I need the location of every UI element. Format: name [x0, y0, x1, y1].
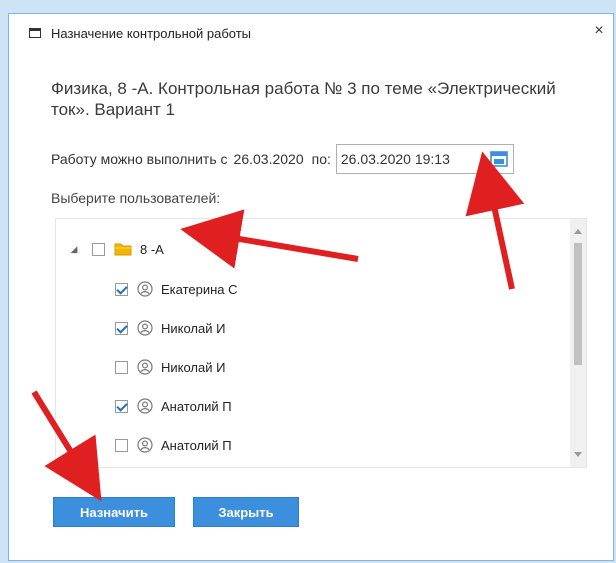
user-icon [137, 320, 153, 336]
user-name: Анатолий П [161, 398, 232, 414]
start-date: 26.03.2020 [233, 151, 304, 167]
tree-user-row[interactable]: Николай И [115, 316, 225, 340]
user-icon [137, 281, 153, 297]
user-checkbox[interactable] [115, 399, 128, 413]
user-checkbox[interactable] [115, 360, 128, 374]
scroll-down-icon[interactable] [574, 452, 582, 457]
user-name: Анатолий П [161, 437, 232, 453]
close-button[interactable]: Закрыть [193, 497, 299, 527]
date-range-row: Работу можно выполнить с 26.03.2020 по: [51, 143, 514, 175]
screen-background: Назначение контрольной работы × Физика, … [0, 0, 616, 563]
group-name: 8 -А [140, 241, 164, 257]
dialog-title: Назначение контрольной работы [51, 26, 252, 41]
tree-user-row[interactable]: Николай И [115, 355, 225, 379]
group-checkbox[interactable] [92, 242, 105, 256]
end-date-label: по: [311, 151, 331, 167]
user-name: Николай И [161, 320, 226, 336]
date-range-label: Работу можно выполнить с [51, 151, 228, 167]
end-date-picker [335, 144, 514, 174]
user-icon [137, 359, 153, 375]
users-tree: ◢ 8 -А Екатерина С Николай И Николай И А… [55, 218, 587, 468]
collapse-triangle-icon[interactable]: ◢ [68, 243, 80, 255]
window-icon [29, 28, 41, 38]
calendar-icon[interactable] [490, 151, 508, 167]
select-users-label: Выберите пользователей: [51, 190, 221, 206]
dialog-titlebar: Назначение контрольной работы × [9, 14, 613, 54]
assign-button[interactable]: Назначить [53, 497, 175, 527]
folder-icon [114, 243, 132, 256]
user-icon [137, 437, 153, 453]
tree-user-row[interactable]: Анатолий П [115, 433, 232, 457]
test-title: Физика, 8 -А. Контрольная работа № 3 по … [51, 79, 556, 119]
tree-group-row[interactable]: ◢ 8 -А [68, 237, 164, 261]
user-icon [137, 398, 153, 414]
close-icon[interactable]: × [591, 23, 607, 39]
assign-test-dialog: Назначение контрольной работы × Физика, … [8, 13, 614, 561]
tree-user-row[interactable]: Анатолий П [115, 394, 232, 418]
tree-user-row[interactable]: Екатерина С [115, 277, 238, 301]
end-date-input[interactable] [340, 149, 481, 169]
user-checkbox[interactable] [115, 321, 128, 335]
user-name: Николай И [161, 359, 226, 375]
scroll-thumb[interactable] [574, 243, 582, 365]
user-checkbox[interactable] [115, 438, 128, 452]
user-checkbox[interactable] [115, 282, 128, 296]
scroll-up-icon[interactable] [574, 229, 582, 234]
user-name: Екатерина С [161, 281, 238, 297]
tree-scrollbar[interactable] [570, 219, 586, 467]
